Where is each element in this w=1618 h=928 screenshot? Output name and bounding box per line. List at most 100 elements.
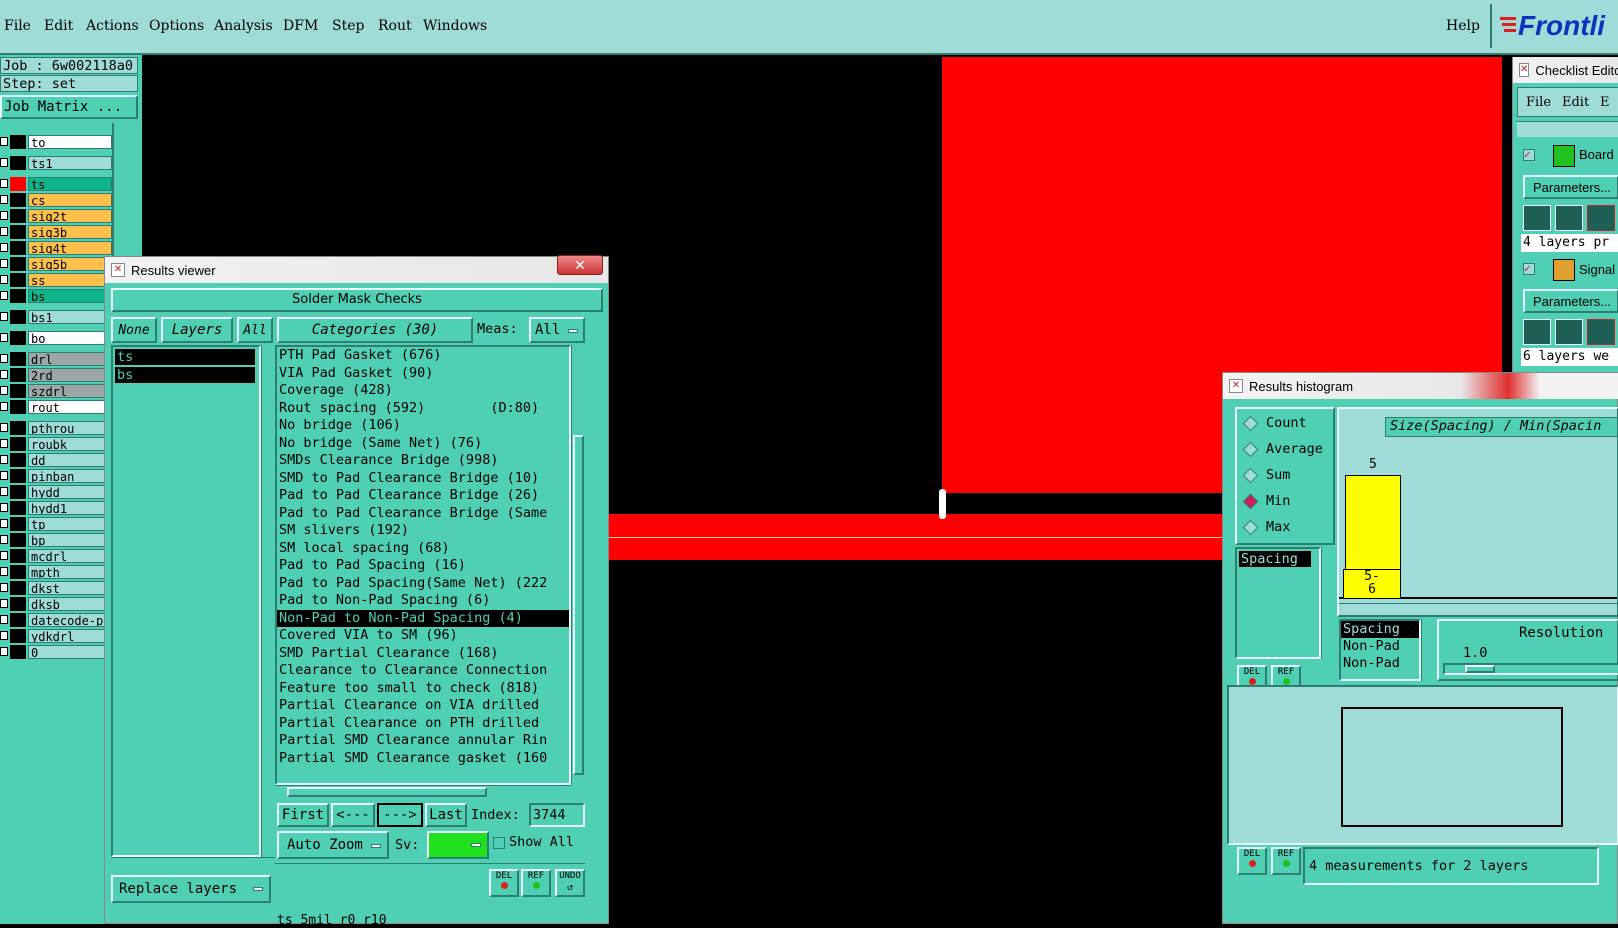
layer-name[interactable]: dkst	[28, 581, 112, 595]
categories-vscrollbar[interactable]	[571, 345, 585, 785]
layer-row[interactable]: cs	[0, 193, 112, 207]
layer-display-swatch[interactable]	[10, 565, 26, 579]
layer-row[interactable]: roubk	[0, 437, 112, 451]
menu-actions[interactable]: Actions	[86, 18, 139, 34]
layer-affected-checkbox[interactable]	[0, 312, 8, 321]
layer-row[interactable]: dkst	[0, 581, 112, 595]
category-item[interactable]: PTH Pad Gasket (676)	[277, 347, 569, 365]
layer-name[interactable]: szdrl	[28, 384, 112, 398]
layer-row[interactable]: ydkdrl	[0, 629, 112, 643]
category-item[interactable]: Pad to Pad Spacing (16)	[277, 557, 569, 575]
parameters-button-2[interactable]: Parameters...	[1523, 289, 1618, 313]
layer-row[interactable]: bs1	[0, 310, 112, 324]
layer-affected-checkbox[interactable]	[0, 243, 8, 252]
layer-name[interactable]: datecode-pl	[28, 613, 112, 627]
show-all-checkbox[interactable]	[493, 837, 505, 849]
layer-row[interactable]: ts	[0, 177, 112, 191]
layer-row[interactable]: sig3b	[0, 225, 112, 239]
categories-button[interactable]: Categories (30)	[277, 317, 473, 343]
layer-name[interactable]: roubk	[28, 437, 112, 451]
run-action-icon[interactable]	[1587, 319, 1615, 345]
menu-file[interactable]: File	[4, 18, 31, 34]
layer-row[interactable]: sig2t	[0, 209, 112, 223]
layer-affected-checkbox[interactable]	[0, 195, 8, 204]
layer-display-swatch[interactable]	[10, 177, 26, 191]
layer-row[interactable]: bp	[0, 533, 112, 547]
layer-name[interactable]: bo	[28, 331, 112, 345]
resolution-slider[interactable]	[1443, 663, 1618, 675]
parameters-button-1[interactable]: Parameters...	[1523, 175, 1618, 199]
category-item[interactable]: SM local spacing (68)	[277, 540, 569, 558]
layer-name[interactable]: sig4t	[28, 241, 112, 255]
layer-affected-checkbox[interactable]	[0, 567, 8, 576]
category-item[interactable]: Rout spacing (592) (D:80)	[277, 400, 569, 418]
layer-row[interactable]: dd	[0, 453, 112, 467]
statistic-option-min[interactable]: Min	[1242, 493, 1290, 509]
layer-name[interactable]: ts	[28, 177, 112, 191]
layer-affected-checkbox[interactable]	[0, 583, 8, 592]
field-list-item[interactable]: Spacing	[1239, 551, 1311, 567]
category-item[interactable]: SMD Partial Clearance (168)	[277, 645, 569, 663]
checklist-menu-edit[interactable]: Edit	[1562, 95, 1589, 110]
layer-affected-checkbox[interactable]	[0, 487, 8, 496]
layer-row[interactable]: ss	[0, 273, 112, 287]
layer-name[interactable]: sig3b	[28, 225, 112, 239]
layer-display-swatch[interactable]	[10, 517, 26, 531]
run-action-icon[interactable]	[1523, 319, 1551, 345]
statistic-option-count[interactable]: Count	[1242, 415, 1307, 431]
layer-affected-checkbox[interactable]	[0, 354, 8, 363]
category-item[interactable]: Clearance to Clearance Connection	[277, 662, 569, 680]
layer-display-swatch[interactable]	[10, 331, 26, 345]
layer-display-swatch[interactable]	[10, 225, 26, 239]
layer-name[interactable]: dd	[28, 453, 112, 467]
layer-affected-checkbox[interactable]	[0, 227, 8, 236]
layer-list-vscrollbar[interactable]	[261, 345, 275, 857]
layer-row[interactable]: pinban	[0, 469, 112, 483]
layer-name[interactable]: hydd	[28, 485, 112, 499]
category-item[interactable]: SM slivers (192)	[277, 522, 569, 540]
measurement-list-item[interactable]: Non-Pad	[1341, 638, 1419, 655]
layer-affected-checkbox[interactable]	[0, 275, 8, 284]
del-button[interactable]: DEL	[489, 869, 519, 897]
layer-affected-checkbox[interactable]	[0, 158, 8, 167]
layer-affected-checkbox[interactable]	[0, 386, 8, 395]
layer-name[interactable]: tp	[28, 517, 112, 531]
layer-row[interactable]: datecode-pl	[0, 613, 112, 627]
layer-row[interactable]: szdrl	[0, 384, 112, 398]
layer-name[interactable]: bs1	[28, 310, 112, 324]
last-button[interactable]: Last	[425, 803, 467, 827]
undo-button[interactable]: UNDO ↺	[555, 869, 585, 897]
menu-help[interactable]: Help	[1446, 18, 1480, 34]
checklist-menu-file[interactable]: File	[1526, 95, 1551, 110]
layer-row[interactable]: drl	[0, 352, 112, 366]
layer-display-swatch[interactable]	[10, 368, 26, 382]
layer-display-swatch[interactable]	[10, 453, 26, 467]
none-button[interactable]: None	[111, 317, 157, 343]
measurement-list-item[interactable]: Non-Pad	[1341, 655, 1419, 672]
layer-name[interactable]: sig2t	[28, 209, 112, 223]
layer-name[interactable]: to	[28, 135, 112, 149]
category-item[interactable]: Pad to Non-Pad Spacing (6)	[277, 592, 569, 610]
layer-affected-checkbox[interactable]	[0, 615, 8, 624]
chart-hscrollbar[interactable]	[1339, 603, 1618, 615]
layer-row[interactable]: sig5b	[0, 257, 112, 271]
run-action-icon[interactable]	[1587, 205, 1615, 231]
layer-affected-checkbox[interactable]	[0, 333, 8, 342]
close-button[interactable]: ✕	[557, 255, 603, 275]
layer-display-swatch[interactable]	[10, 485, 26, 499]
category-item[interactable]: Partial SMD Clearance annular Rin	[277, 732, 569, 750]
layer-row[interactable]: 0	[0, 645, 112, 659]
layer-affected-checkbox[interactable]	[0, 631, 8, 640]
layer-display-swatch[interactable]	[10, 156, 26, 170]
category-item[interactable]: SMD to Pad Clearance Bridge (10)	[277, 470, 569, 488]
layer-affected-checkbox[interactable]	[0, 535, 8, 544]
category-item[interactable]: Pad to Pad Spacing(Same Net) (222	[277, 575, 569, 593]
layer-name[interactable]: rout	[28, 400, 112, 414]
layer-name[interactable]: pinban	[28, 469, 112, 483]
layer-row[interactable]: dksb	[0, 597, 112, 611]
field-list-scrollbar[interactable]	[1321, 547, 1335, 659]
meas-dropdown[interactable]: All	[529, 317, 585, 343]
category-item[interactable]: Non-Pad to Non-Pad Spacing (4)	[277, 609, 569, 627]
job-matrix-button[interactable]: Job Matrix ...	[0, 95, 138, 119]
layer-name[interactable]: hydd1	[28, 501, 112, 515]
